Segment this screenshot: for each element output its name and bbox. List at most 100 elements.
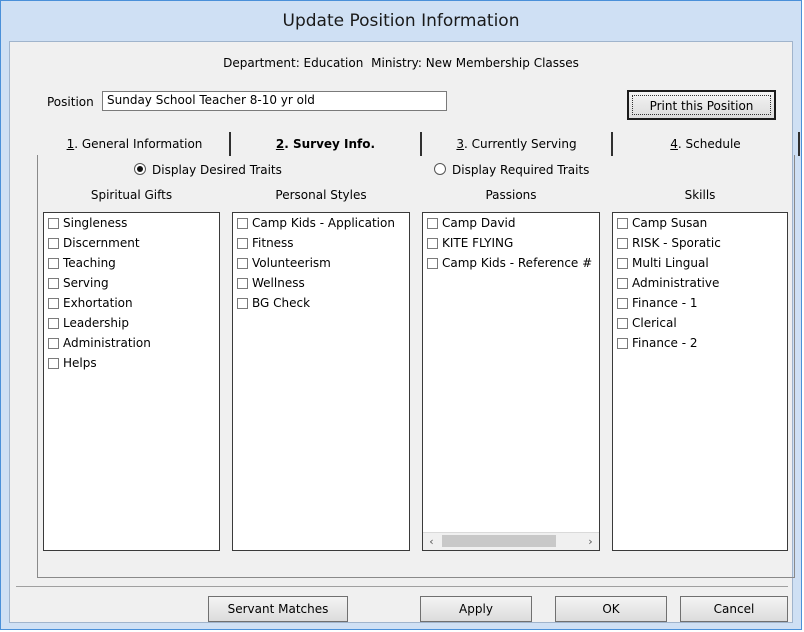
checkbox-icon: [617, 338, 628, 349]
print-position-button[interactable]: Print this Position: [627, 90, 776, 120]
list-item-label: Administration: [63, 336, 151, 350]
list-item[interactable]: Helps: [44, 353, 219, 373]
checkbox-icon: [427, 258, 438, 269]
tab-survey-info-key: 2: [275, 137, 285, 151]
list-item-label: Exhortation: [63, 296, 133, 310]
list-item[interactable]: Serving: [44, 273, 219, 293]
checkbox-icon: [48, 218, 59, 229]
list-item[interactable]: Camp Susan: [613, 213, 787, 233]
list-item-label: Wellness: [252, 276, 305, 290]
checkbox-icon: [617, 218, 628, 229]
tab-currently-serving[interactable]: 3. Currently Serving: [422, 132, 613, 156]
list-item-label: RISK - Sporatic: [632, 236, 721, 250]
list-item[interactable]: BG Check: [233, 293, 409, 313]
list-item[interactable]: Volunteerism: [233, 253, 409, 273]
list-item[interactable]: Administrative: [613, 273, 787, 293]
list-item-label: Volunteerism: [252, 256, 331, 270]
list-item[interactable]: Teaching: [44, 253, 219, 273]
checkbox-icon: [48, 338, 59, 349]
checkbox-icon: [48, 258, 59, 269]
list-item[interactable]: Administration: [44, 333, 219, 353]
ok-button[interactable]: OK: [555, 596, 667, 622]
checkbox-icon: [237, 278, 248, 289]
checkbox-icon: [617, 258, 628, 269]
checkbox-icon: [48, 278, 59, 289]
print-position-label: Print this Position: [632, 95, 771, 115]
list-item-label: Administrative: [632, 276, 720, 290]
list-item-label: Camp Kids - Reference #: [442, 256, 593, 270]
position-input[interactable]: Sunday School Teacher 8-10 yr old: [102, 91, 447, 111]
ministry-label: Ministry: New Membership Classes: [371, 56, 579, 70]
checkbox-icon: [617, 318, 628, 329]
scroll-left-icon[interactable]: ‹: [423, 533, 440, 550]
list-item[interactable]: Finance - 1: [613, 293, 787, 313]
radio-button-icon: [134, 163, 146, 175]
checkbox-icon: [237, 218, 248, 229]
list-item-label: Camp David: [442, 216, 516, 230]
checkbox-icon: [427, 238, 438, 249]
checkbox-icon: [237, 238, 248, 249]
checkbox-icon: [237, 258, 248, 269]
list-item[interactable]: Singleness: [44, 213, 219, 233]
passions-list[interactable]: Camp David KITE FLYING Camp Kids - Refer…: [422, 212, 600, 551]
scroll-right-icon[interactable]: ›: [582, 533, 599, 550]
radio-desired-traits-label: Display Desired Traits: [152, 163, 282, 177]
list-item[interactable]: Camp Kids - Reference #: [423, 253, 599, 273]
apply-button[interactable]: Apply: [420, 596, 532, 622]
tab-survey-info[interactable]: 2. Survey Info.: [231, 132, 422, 156]
checkbox-icon: [617, 298, 628, 309]
tab-currently-serving-label: . Currently Serving: [464, 137, 577, 151]
list-item[interactable]: KITE FLYING: [423, 233, 599, 253]
list-item-label: Camp Susan: [632, 216, 708, 230]
personal-styles-list[interactable]: Camp Kids - Application Fitness Voluntee…: [232, 212, 410, 551]
bottom-separator: [16, 586, 788, 587]
list-item-label: Clerical: [632, 316, 677, 330]
radio-required-traits[interactable]: Display Required Traits: [434, 163, 589, 177]
checkbox-icon: [48, 358, 59, 369]
tab-survey-info-label: . Survey Info.: [284, 137, 376, 151]
tab-schedule-label: . Schedule: [677, 137, 741, 151]
position-label: Position: [47, 95, 94, 109]
tab-currently-serving-key: 3: [456, 137, 465, 151]
list-item-label: Leadership: [63, 316, 129, 330]
list-item[interactable]: Multi Lingual: [613, 253, 787, 273]
checkbox-icon: [237, 298, 248, 309]
dialog-window: Update Position Information Department: …: [0, 0, 802, 630]
tab-strip: 1. General Information 2. Survey Info. 3…: [40, 132, 800, 156]
department-ministry-line: Department: Education Ministry: New Memb…: [10, 56, 792, 70]
list-item[interactable]: Camp David: [423, 213, 599, 233]
skills-list[interactable]: Camp Susan RISK - Sporatic Multi Lingual…: [612, 212, 788, 551]
tab-general-information-label: . General Information: [74, 137, 203, 151]
passions-heading: Passions: [485, 188, 537, 202]
radio-required-traits-label: Display Required Traits: [452, 163, 590, 177]
checkbox-icon: [48, 298, 59, 309]
list-item-label: Discernment: [63, 236, 140, 250]
list-item-label: Finance - 1: [632, 296, 698, 310]
list-item-label: Teaching: [63, 256, 116, 270]
list-item[interactable]: Exhortation: [44, 293, 219, 313]
list-item[interactable]: Camp Kids - Application: [233, 213, 409, 233]
passions-horizontal-scrollbar[interactable]: ‹ ›: [423, 532, 599, 550]
spiritual-gifts-list[interactable]: Singleness Discernment Teaching Serving …: [43, 212, 220, 551]
department-label: Department: Education: [223, 56, 364, 70]
tab-schedule[interactable]: 4. Schedule: [613, 132, 800, 156]
list-item[interactable]: Discernment: [44, 233, 219, 253]
list-item[interactable]: Leadership: [44, 313, 219, 333]
list-item[interactable]: Finance - 2: [613, 333, 787, 353]
spiritual-gifts-heading: Spiritual Gifts: [90, 188, 173, 202]
list-item[interactable]: RISK - Sporatic: [613, 233, 787, 253]
list-item-label: Helps: [63, 356, 97, 370]
servant-matches-button[interactable]: Servant Matches: [208, 596, 348, 622]
window-title: Update Position Information: [282, 11, 520, 31]
personal-styles-heading: Personal Styles: [275, 188, 367, 202]
list-item[interactable]: Clerical: [613, 313, 787, 333]
list-item[interactable]: Wellness: [233, 273, 409, 293]
list-item-label: Multi Lingual: [632, 256, 709, 270]
dialog-client: Department: Education Ministry: New Memb…: [9, 41, 800, 623]
scrollbar-thumb[interactable]: [442, 535, 556, 547]
tab-general-information[interactable]: 1. General Information: [40, 132, 231, 156]
checkbox-icon: [48, 238, 59, 249]
list-item[interactable]: Fitness: [233, 233, 409, 253]
radio-desired-traits[interactable]: Display Desired Traits: [134, 163, 282, 177]
cancel-button[interactable]: Cancel: [680, 596, 788, 622]
